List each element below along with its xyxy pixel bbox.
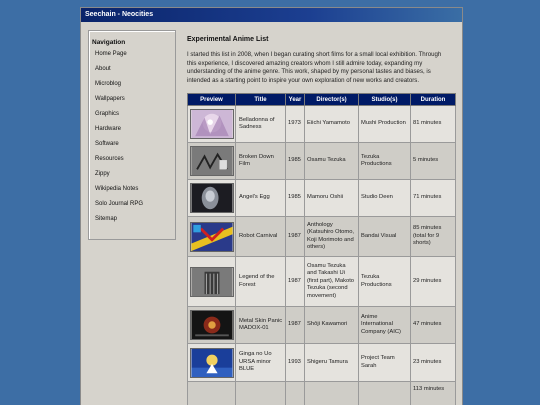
nav-item-hardware[interactable]: Hardware [92, 125, 175, 140]
cell-title[interactable]: Ginga no Uo URSA minor BLUE [235, 343, 286, 382]
cell-title[interactable]: Angel's Egg [235, 179, 286, 217]
main-content: Experimental Anime List I started this l… [181, 30, 457, 405]
cell-duration: 5 minutes [410, 142, 456, 180]
cell-duration: 29 minutes [410, 256, 456, 307]
cell-director: Osamu Tezuka [304, 142, 359, 180]
cell-studio: Project Team Sarah [358, 343, 411, 382]
table-header-row: Preview Title Year Director(s) Studio(s)… [187, 93, 456, 106]
cell-year: 1985 [285, 142, 305, 180]
table-row: 113 minutes [187, 381, 456, 405]
preview-thumbnail-robot-carnival[interactable] [190, 221, 234, 252]
table-row: Angel's Egg 1985 Mamoru Oshii Studio Dee… [187, 179, 456, 217]
preview-thumbnail-legend-of-the-forest[interactable] [190, 266, 234, 297]
nav-title: Navigation [92, 39, 126, 46]
nav-item-sitemap[interactable]: Sitemap [92, 215, 175, 230]
header-duration[interactable]: Duration [410, 93, 456, 106]
cell-title[interactable]: Belladonna of Sadness [235, 105, 286, 143]
nav-item-about[interactable]: About [92, 65, 175, 80]
cell-director: Mamoru Oshii [304, 179, 359, 217]
browser-window: Seechain - Neocities Navigation Home Pag… [80, 7, 463, 405]
cell-director: Shōji Kawamori [304, 306, 359, 344]
cell-director: Shigeru Tamura [304, 343, 359, 382]
cell-year: 1987 [285, 216, 305, 257]
header-studio[interactable]: Studio(s) [358, 93, 411, 106]
nav-item-microblog[interactable]: Microblog [92, 80, 175, 95]
cell-studio: Tezuka Productions [358, 256, 411, 307]
nav-item-graphics[interactable]: Graphics [92, 110, 175, 125]
cell-duration: 23 minutes [410, 343, 456, 382]
header-director[interactable]: Director(s) [304, 93, 359, 106]
preview-thumbnail-belladonna[interactable] [190, 109, 234, 139]
cell-title[interactable]: Robot Carnival [235, 216, 286, 257]
cell-year: 1987 [285, 256, 305, 307]
cell-title[interactable]: Broken Down Film [235, 142, 286, 180]
table-row: Belladonna of Sadness 1973 Eiichi Yamamo… [187, 105, 456, 143]
table-row: Broken Down Film 1985 Osamu Tezuka Tezuk… [187, 142, 456, 180]
cell-director: Anthology (Katsuhiro Otomo, Koji Morimot… [304, 216, 359, 257]
cell-year: 1993 [285, 343, 305, 382]
navigation-sidebar: Navigation Home Page About Microblog Wal… [88, 30, 176, 240]
intro-paragraph: I started this list in 2008, when I bega… [187, 51, 442, 84]
table-row: Ginga no Uo URSA minor BLUE 1993 Shigeru… [187, 343, 456, 382]
cell-studio: Tezuka Productions [358, 142, 411, 180]
cell-year [285, 381, 305, 405]
table-row: Metal Skin Panic MADOX-01 1987 Shōji Kaw… [187, 306, 456, 344]
header-title[interactable]: Title [235, 93, 286, 106]
preview-thumbnail-metal-skin-panic[interactable] [190, 310, 234, 340]
nav-item-zippy[interactable]: Zippy [92, 170, 175, 185]
cell-studio: Anime International Company (AIC) [358, 306, 411, 344]
cell-duration: 85 minutes (total for 9 shorts) [410, 216, 456, 257]
cell-title[interactable]: Metal Skin Panic MADOX-01 [235, 306, 286, 344]
preview-thumbnail-ginga-no-uo[interactable] [190, 347, 234, 378]
cell-preview-empty [187, 381, 236, 405]
window-title: Seechain - Neocities [81, 8, 462, 22]
cell-title[interactable] [235, 381, 286, 405]
cell-studio [358, 381, 411, 405]
page-title: Experimental Anime List [187, 36, 269, 43]
nav-item-resources[interactable]: Resources [92, 155, 175, 170]
nav-item-wikipedia-notes[interactable]: Wikipedia Notes [92, 185, 175, 200]
cell-year: 1987 [285, 306, 305, 344]
cell-title[interactable]: Legend of the Forest [235, 256, 286, 307]
cell-director [304, 381, 359, 405]
cell-studio: Mushi Production [358, 105, 411, 143]
anime-table: Preview Title Year Director(s) Studio(s)… [187, 93, 456, 405]
nav-item-software[interactable]: Software [92, 140, 175, 155]
cell-duration: 81 minutes [410, 105, 456, 143]
table-row: Legend of the Forest 1987 Osamu Tezuka a… [187, 256, 456, 307]
cell-duration: 113 minutes [410, 381, 456, 405]
nav-item-wallpapers[interactable]: Wallpapers [92, 95, 175, 110]
cell-director: Osamu Tezuka and Takashi Ui (first part)… [304, 256, 359, 307]
preview-thumbnail-angels-egg[interactable] [190, 183, 234, 213]
cell-duration: 71 minutes [410, 179, 456, 217]
cell-duration: 47 minutes [410, 306, 456, 344]
header-preview[interactable]: Preview [187, 93, 236, 106]
cell-studio: Bandai Visual [358, 216, 411, 257]
header-year[interactable]: Year [285, 93, 305, 106]
cell-year: 1973 [285, 105, 305, 143]
nav-item-home[interactable]: Home Page [92, 50, 175, 65]
nav-item-solo-journal-rpg[interactable]: Solo Journal RPG [92, 200, 175, 215]
table-row: Robot Carnival 1987 Anthology (Katsuhiro… [187, 216, 456, 257]
cell-year: 1985 [285, 179, 305, 217]
cell-studio: Studio Deen [358, 179, 411, 217]
preview-thumbnail-broken-down-film[interactable] [190, 146, 234, 176]
cell-director: Eiichi Yamamoto [304, 105, 359, 143]
